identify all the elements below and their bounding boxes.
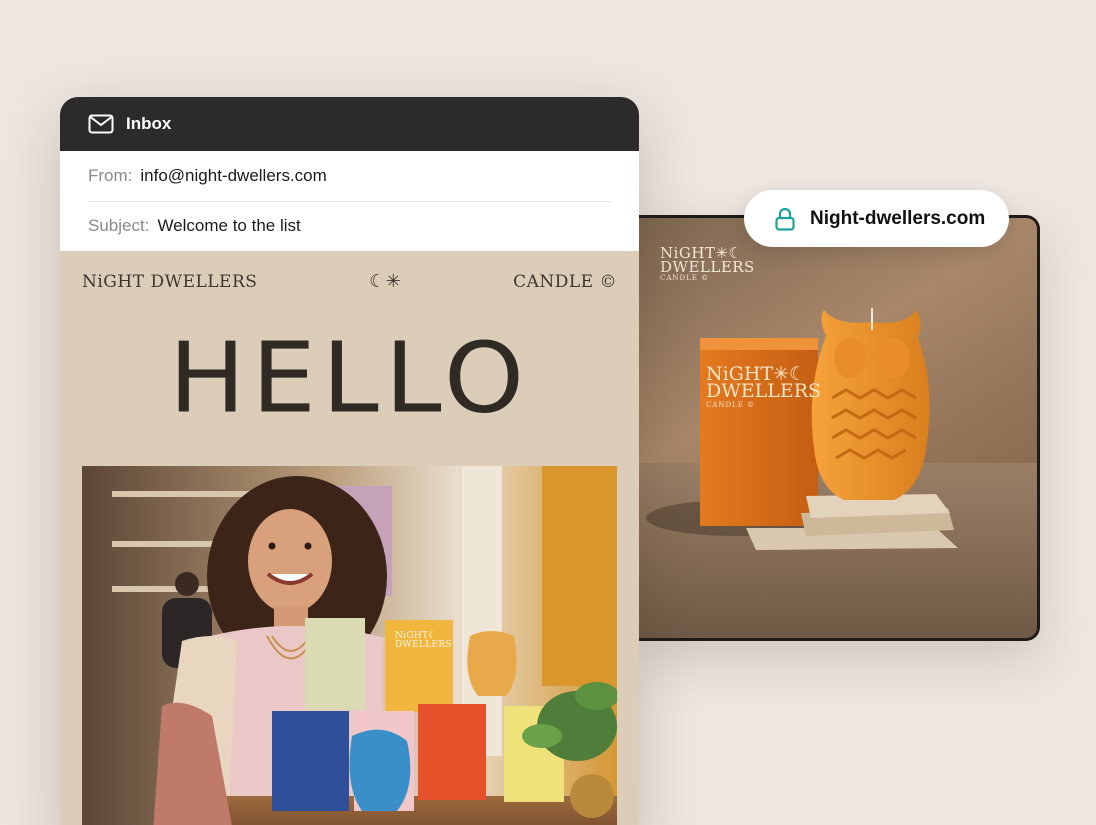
headline: HELLO	[168, 321, 531, 436]
brand-name[interactable]: NiGHT DWELLERS	[82, 272, 257, 292]
site-logo-line2: DWELLERS	[660, 258, 755, 276]
moon-star-icon: ☾✳	[369, 271, 402, 292]
subject-label: Subject:	[88, 216, 150, 235]
email-window: Inbox From: info@night-dwellers.com Subj…	[60, 97, 639, 825]
woman-with-candles-photo	[82, 466, 617, 825]
site-logo[interactable]: NiGHT✳☾ DWELLERS CANDLE ©	[660, 246, 755, 283]
lock-icon	[775, 207, 795, 231]
from-row: From: info@night-dwellers.com	[88, 151, 611, 201]
subject-value: Welcome to the list	[157, 216, 301, 235]
inbox-title: Inbox	[126, 114, 172, 133]
envelope-icon	[88, 114, 114, 134]
from-value[interactable]: info@night-dwellers.com	[140, 166, 326, 186]
box-label-line2: DWELLERS	[706, 380, 822, 402]
candle-label-line2: DWELLERS	[395, 640, 452, 650]
email-meta: From: info@night-dwellers.com Subject: W…	[60, 151, 639, 251]
newsletter-brand-row: NiGHT DWELLERS ☾✳ CANDLE ©	[82, 271, 617, 292]
candle-label: NiGHT☾ DWELLERS	[395, 632, 452, 650]
inbox-header: Inbox	[60, 97, 639, 151]
subject-row: Subject: Welcome to the list	[88, 201, 611, 250]
url-text: Night-dwellers.com	[810, 207, 986, 229]
hero-image[interactable]: NiGHT☾ DWELLERS	[82, 466, 617, 825]
from-label: From:	[88, 166, 133, 185]
newsletter-body: NiGHT DWELLERS ☾✳ CANDLE © HELLO NiGHT☾ …	[60, 251, 639, 825]
website-preview: NiGHT✳☾ DWELLERS CANDLE © NiGHT✳☾ DWELLE…	[636, 215, 1040, 641]
url-bar[interactable]: Night-dwellers.com	[744, 190, 1009, 247]
candle-box-label: NiGHT✳☾ DWELLERS CANDLE ©	[706, 365, 822, 410]
brand-tagline: CANDLE ©	[513, 271, 617, 292]
